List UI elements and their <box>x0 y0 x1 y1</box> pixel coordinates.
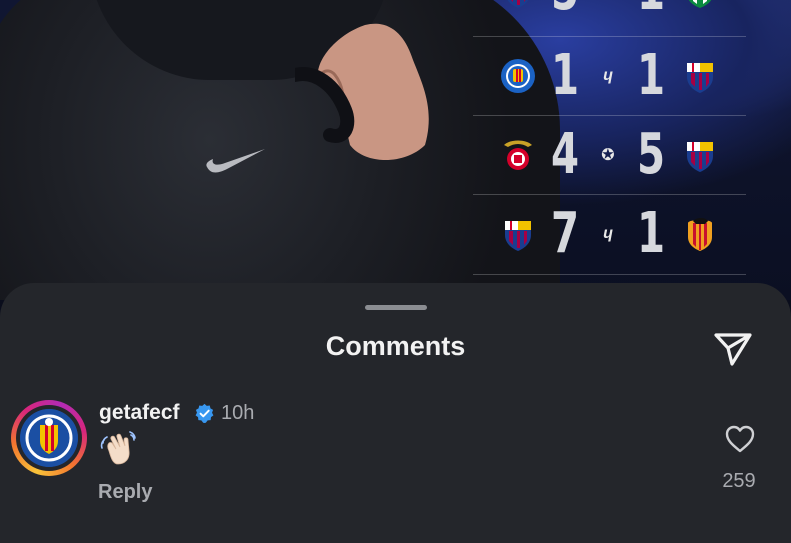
drag-handle[interactable] <box>365 305 427 310</box>
valencia-crest <box>682 216 718 252</box>
hand <box>295 23 429 160</box>
away-score: 1 <box>636 43 666 108</box>
waving-hand-icon <box>100 431 136 465</box>
reply-button[interactable]: Reply <box>98 481 152 504</box>
champions-league-icon: ✪ <box>597 0 619 2</box>
nike-swoosh-icon <box>206 149 265 173</box>
sheet-title: Comments <box>325 331 466 361</box>
results-graphic: 5 ✪ 1 1 ɥ 1 4 ✪ 5 7 ɥ 1 <box>473 0 746 280</box>
away-score: 1 <box>636 201 666 266</box>
barcelona-crest <box>500 216 536 252</box>
heart-icon[interactable] <box>724 424 756 454</box>
home-score: 5 <box>551 0 580 26</box>
avatar-ring-gap <box>16 405 82 471</box>
away-score: 5 <box>636 122 666 187</box>
post-image: 5 ✪ 1 1 ɥ 1 4 ✪ 5 7 ɥ 1 <box>0 0 791 300</box>
barcelona-crest <box>682 137 718 173</box>
verified-badge-icon <box>195 403 214 424</box>
paper-plane-icon[interactable] <box>713 331 753 367</box>
divider <box>473 274 746 275</box>
home-score: 1 <box>550 43 580 108</box>
comments-sheet: Comments getafecf 10h Reply 259 <box>0 283 791 543</box>
champions-league-icon: ✪ <box>601 147 615 164</box>
home-score: 7 <box>550 201 580 266</box>
betis-crest <box>682 0 718 9</box>
home-score: 4 <box>550 122 580 187</box>
result-row: 5 ✪ 1 <box>473 0 746 30</box>
benfica-crest <box>500 137 536 173</box>
getafe-crest <box>500 58 536 94</box>
barcelona-crest <box>500 0 536 9</box>
barcelona-crest <box>682 58 718 94</box>
away-score: 1 <box>637 0 666 26</box>
result-row: 4 ✪ 5 <box>473 116 746 194</box>
result-row: 1 ɥ 1 <box>473 37 746 115</box>
laliga-icon: ɥ <box>603 67 613 84</box>
getafe-crest <box>20 409 78 467</box>
like-count: 259 <box>722 470 756 492</box>
result-row: 7 ɥ 1 <box>473 195 746 273</box>
comment-time: 10h <box>221 402 255 424</box>
comment-username[interactable]: getafecf <box>99 401 180 425</box>
laliga-icon: ɥ <box>603 225 613 242</box>
avatar[interactable] <box>11 400 87 476</box>
